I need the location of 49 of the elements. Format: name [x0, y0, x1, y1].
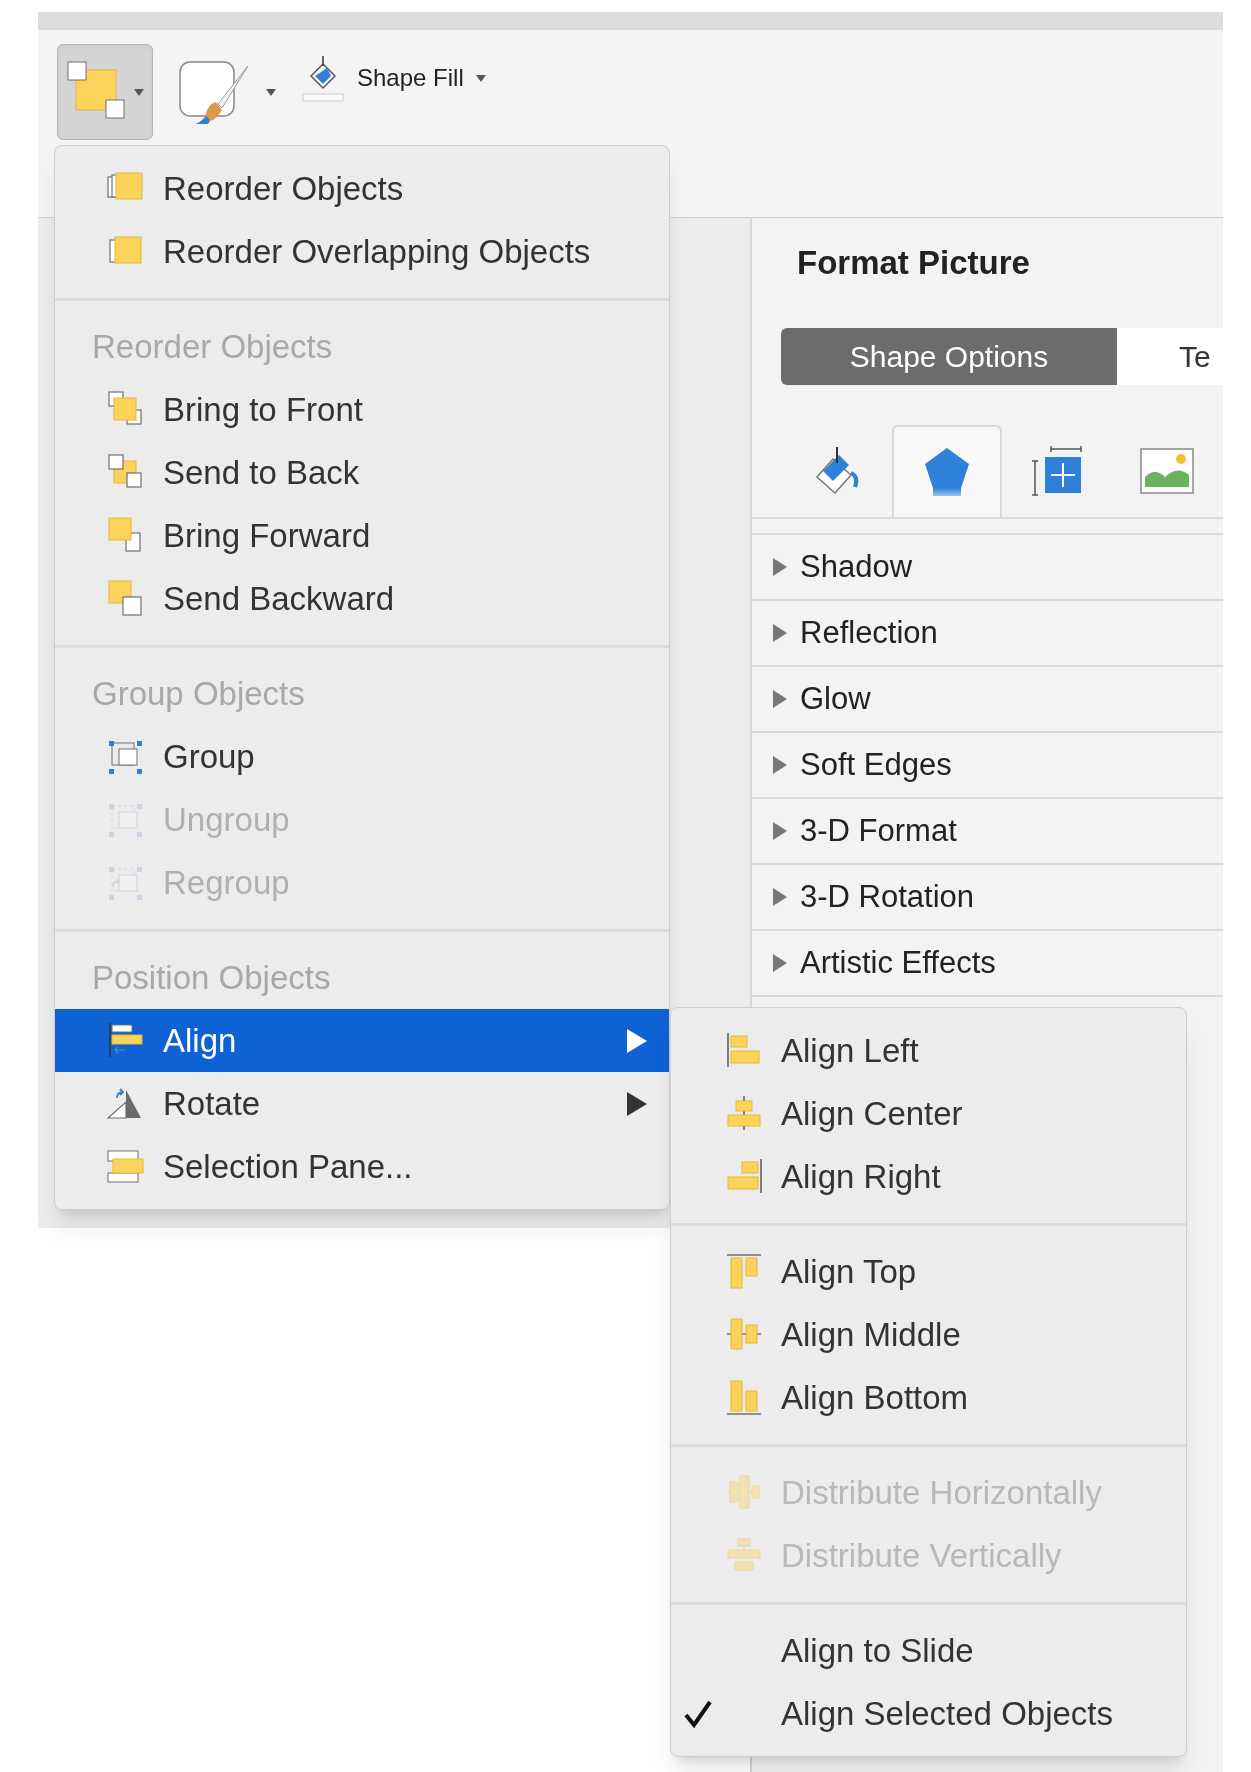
- caret-icon: [266, 88, 276, 96]
- menu-item[interactable]: Bring Forward: [55, 504, 669, 567]
- size-position-icon: [1029, 443, 1085, 499]
- expand-icon: [772, 888, 788, 906]
- pane-section[interactable]: Glow: [752, 667, 1223, 733]
- menu-item[interactable]: Bring to Front: [55, 378, 669, 441]
- expand-icon: [772, 558, 788, 576]
- submenu-arrow-icon: [627, 1028, 647, 1053]
- menu-item[interactable]: Send to Back: [55, 441, 669, 504]
- menu-item[interactable]: Align Left: [671, 1019, 1186, 1082]
- menu-item[interactable]: Reorder Overlapping Objects: [55, 220, 669, 283]
- pane-title: Format Picture: [796, 243, 1031, 283]
- pane-tab[interactable]: Shape Options: [781, 328, 1117, 385]
- menu-item[interactable]: Align to Slide: [671, 1619, 1186, 1682]
- menu-item[interactable]: Reorder Objects: [55, 157, 669, 220]
- pane-tab[interactable]: Te: [1117, 328, 1223, 385]
- menu-item[interactable]: Align Middle: [671, 1303, 1186, 1366]
- pane-section[interactable]: Artistic Effects: [752, 931, 1223, 997]
- pane-section[interactable]: Soft Edges: [752, 733, 1223, 799]
- menu-section-header: Position Objects: [91, 957, 332, 998]
- menu-section-header: Group Objects: [91, 673, 306, 714]
- menu-item[interactable]: Align Bottom: [671, 1366, 1186, 1429]
- menu-item[interactable]: Align Top: [671, 1240, 1186, 1303]
- expand-icon: [772, 756, 788, 774]
- pane-section[interactable]: 3-D Rotation: [752, 865, 1223, 931]
- menu-item[interactable]: Align: [55, 1009, 669, 1072]
- caret-icon: [475, 74, 486, 82]
- pane-section[interactable]: Reflection: [752, 601, 1223, 667]
- expand-icon: [772, 954, 788, 972]
- menu-item[interactable]: Align Selected Objects: [671, 1682, 1186, 1745]
- pane-section[interactable]: Shadow: [752, 535, 1223, 601]
- submenu-arrow-icon: [627, 1091, 647, 1116]
- paint-bucket-icon: [301, 54, 345, 102]
- menu-item[interactable]: Align Right: [671, 1145, 1186, 1208]
- toolbar-button[interactable]: [57, 44, 153, 140]
- shape-fill-button[interactable]: Shape Fill: [301, 50, 486, 106]
- menu-item[interactable]: Selection Pane...: [55, 1135, 669, 1198]
- menu-item[interactable]: Rotate: [55, 1072, 669, 1135]
- expand-icon: [772, 690, 788, 708]
- expand-icon: [772, 624, 788, 642]
- pane-section[interactable]: 3-D Format: [752, 799, 1223, 865]
- menu-item[interactable]: Group: [55, 725, 669, 788]
- picture-icon: [1139, 447, 1195, 495]
- menu-section-header: Reorder Objects: [91, 326, 334, 367]
- menu-item[interactable]: Send Backward: [55, 567, 669, 630]
- menu-item[interactable]: Align Center: [671, 1082, 1186, 1145]
- pane-icon-tab[interactable]: [892, 425, 1002, 517]
- caret-icon: [134, 88, 144, 96]
- expand-icon: [772, 822, 788, 840]
